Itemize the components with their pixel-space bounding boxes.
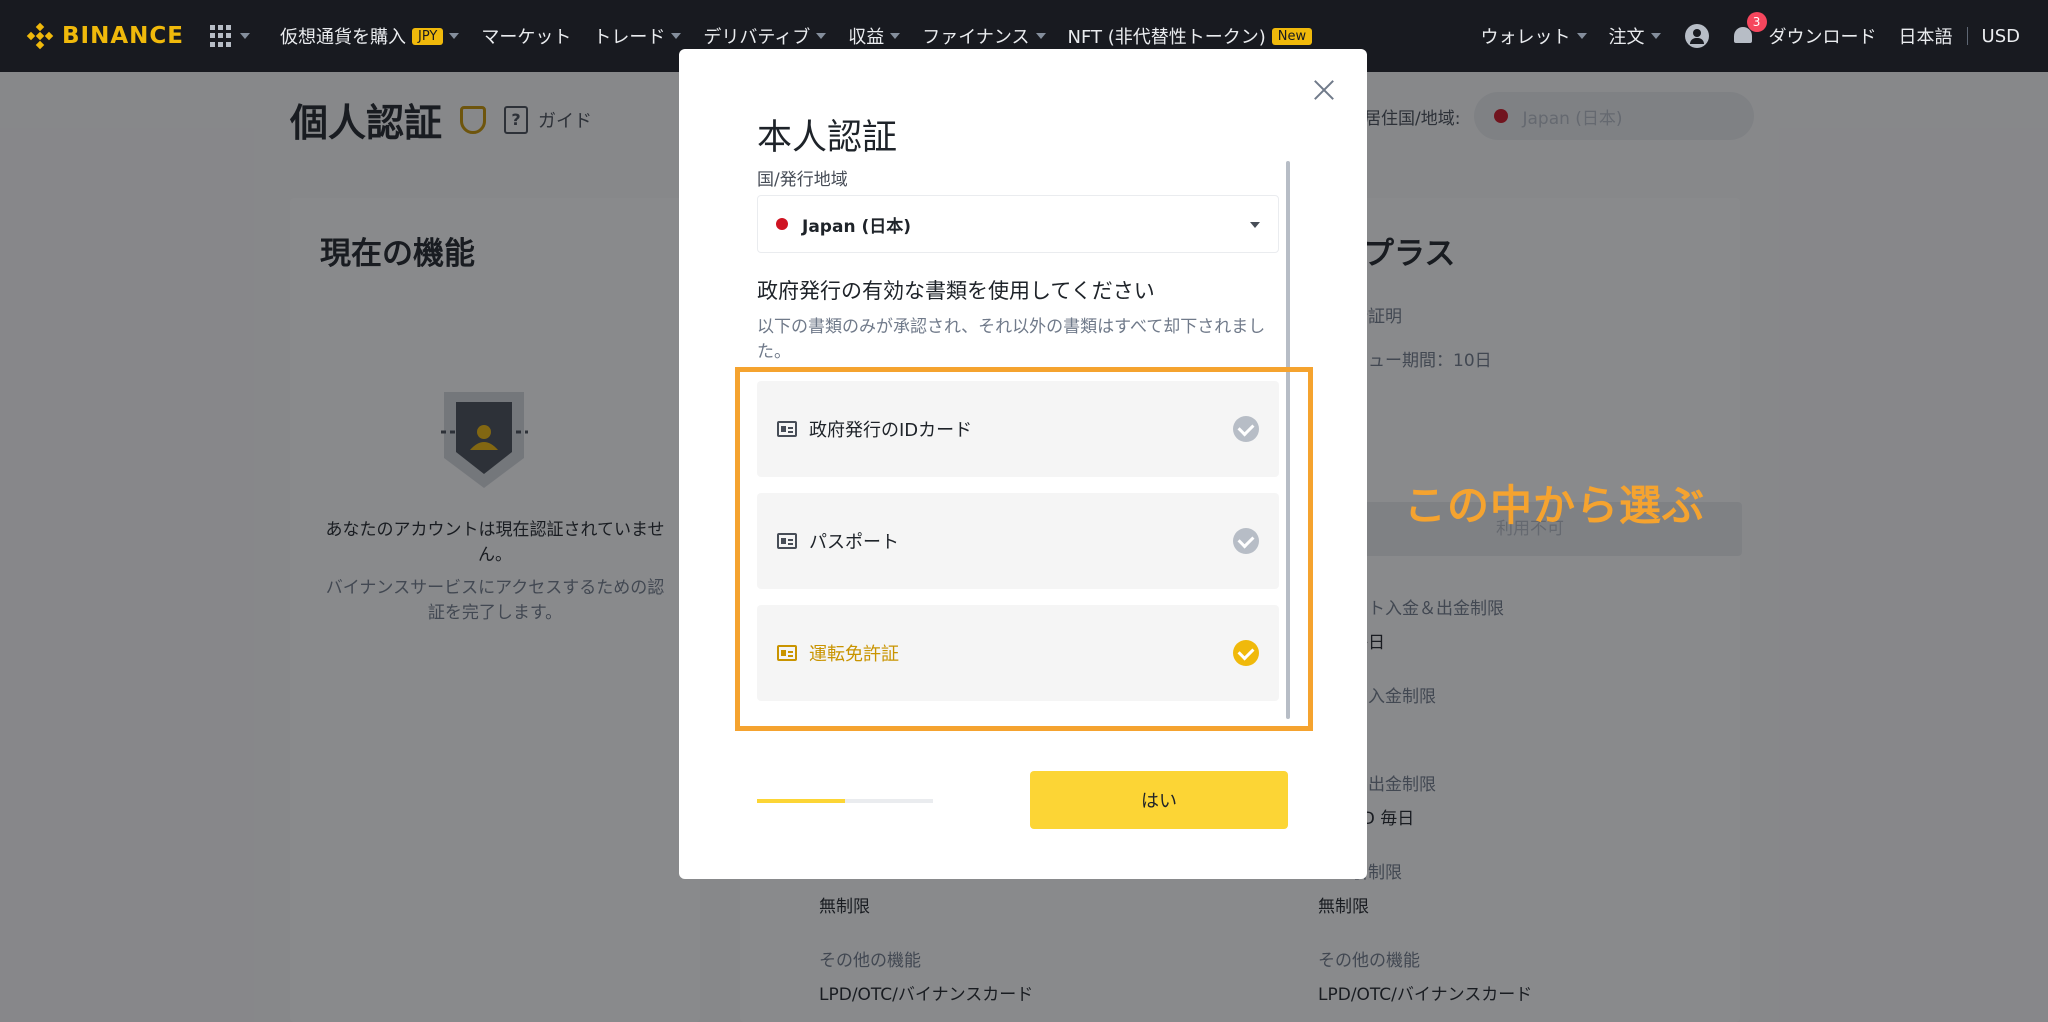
apps-grid-icon[interactable] [209, 25, 232, 47]
nav-language-label: 日本語 [1898, 27, 1953, 48]
nav-buy-crypto[interactable]: 仮想通貨を購入 JPY [279, 23, 460, 49]
identity-verification-modal: 本人認証 国/発行地域 Japan (日本) 政府発行の有効な書類を使用してくだ… [679, 49, 1367, 879]
nav-download-label: ダウンロード [1768, 27, 1877, 48]
chevron-down-icon [1035, 33, 1046, 39]
nav-wallet-label: ウォレット [1480, 27, 1571, 48]
nav-wallet[interactable]: ウォレット [1481, 23, 1587, 49]
nav-finance[interactable]: ファイナンス [922, 23, 1046, 49]
chevron-down-icon [449, 33, 460, 39]
chevron-down-icon [1576, 33, 1587, 39]
step-progress [757, 799, 933, 803]
nav-divider [1966, 27, 1968, 45]
annotation-highlight-box [735, 367, 1313, 731]
nav-earn[interactable]: 収益 [848, 23, 901, 49]
nav-buy-crypto-label: 仮想通貨を購入 [279, 27, 406, 48]
binance-logo-icon [26, 22, 54, 50]
chevron-down-icon [890, 33, 901, 39]
nav-derivatives-label: デリバティブ [703, 27, 811, 48]
currency-badge: JPY [411, 27, 444, 45]
apps-chevron-down-icon [239, 33, 250, 39]
notification-count: 3 [1746, 12, 1767, 32]
document-heading: 政府発行の有効な書類を使用してください [757, 279, 1155, 303]
user-icon[interactable] [1684, 24, 1709, 48]
bell-icon [1733, 27, 1752, 43]
nav-nft-label: NFT (非代替性トークン) [1067, 27, 1266, 48]
japan-flag-icon [776, 218, 788, 230]
document-description: 以下の書類のみが承認され、それ以外の書類はすべて却下されました。 [757, 317, 1266, 362]
country-select[interactable]: Japan (日本) [757, 195, 1279, 253]
nav-fiat[interactable]: USD [1982, 26, 2020, 47]
close-icon[interactable] [1309, 75, 1339, 105]
nav-trade-label: トレード [593, 27, 666, 48]
chevron-down-icon [1650, 33, 1661, 39]
modal-title: 本人認証 [757, 118, 898, 158]
confirm-button[interactable]: はい [1030, 771, 1288, 829]
nav-finance-label: ファイナンス [922, 27, 1030, 48]
nav-markets-label: マーケット [481, 27, 572, 48]
brand-name: BINANCE [62, 23, 184, 49]
nav-nft[interactable]: NFT (非代替性トークン) New [1068, 23, 1313, 49]
notification-button[interactable]: 3 [1731, 12, 1767, 48]
chevron-down-icon [1250, 222, 1260, 228]
new-badge: New [1271, 27, 1313, 45]
nav-trade[interactable]: トレード [593, 23, 682, 49]
nav-derivatives[interactable]: デリバティブ [703, 23, 827, 49]
chevron-down-icon [816, 33, 827, 39]
nav-orders[interactable]: 注文 [1609, 23, 1661, 49]
nav-right: ウォレット 注文 3 ダウンロード 日本語 USD [1459, 0, 2020, 72]
step-progress-fill [757, 799, 845, 803]
nav-markets[interactable]: マーケット [481, 23, 571, 49]
nav-fiat-label: USD [1981, 25, 2020, 47]
country-label: 国/発行地域 [757, 170, 848, 190]
nav-orders-label: 注文 [1608, 27, 1645, 48]
nav-earn-label: 収益 [848, 27, 885, 48]
chevron-down-icon [671, 33, 682, 39]
binance-logo[interactable]: BINANCE [26, 22, 184, 50]
nav-download[interactable]: ダウンロード [1769, 23, 1877, 49]
country-value: Japan (日本) [802, 216, 911, 237]
nav-language[interactable]: 日本語 [1899, 23, 1953, 49]
annotation-text: この中から選ぶ [1404, 481, 1706, 530]
